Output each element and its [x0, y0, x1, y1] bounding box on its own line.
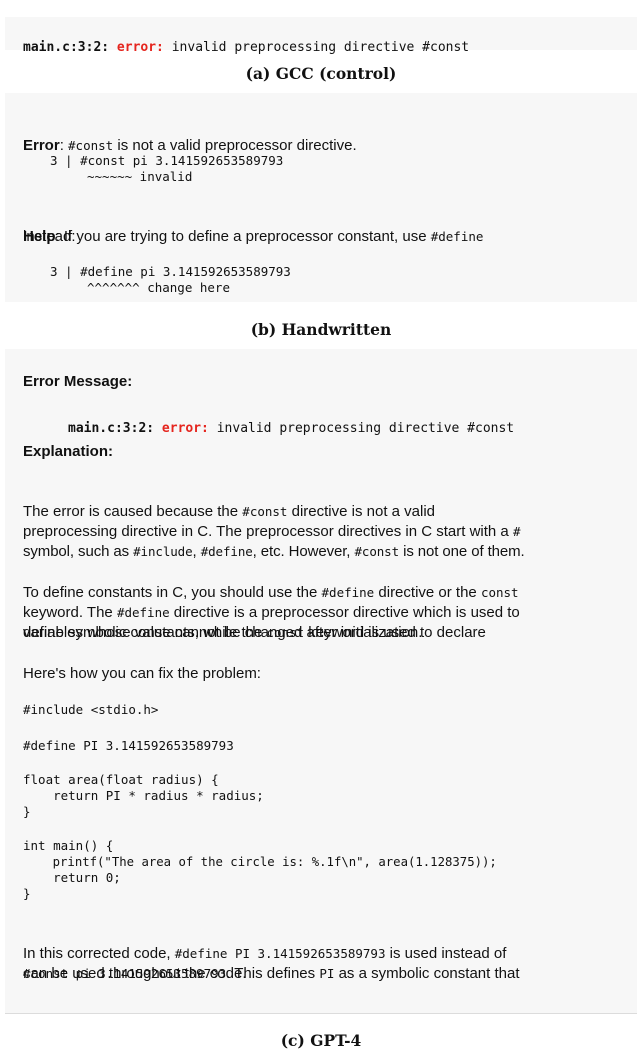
code-line: printf("The area of the circle is: %.1f\…: [23, 855, 497, 869]
gpt4-p4-line3: can be used throughout the code.: [23, 965, 247, 982]
gcc-error-message: invalid preprocessing directive #const: [171, 40, 470, 55]
hw-help-line: Help: If you are trying to define a prep…: [23, 207, 483, 247]
gpt4-error-location: main.c:3:2:: [68, 421, 155, 436]
hw-error-line: Error: #const is not a valid preprocesso…: [23, 116, 357, 156]
hw-help-line2: instead:: [23, 228, 76, 245]
code-line: #include <stdio.h>: [23, 702, 159, 717]
p1-text-c: symbol, such as: [23, 543, 130, 560]
gpt4-explanation-heading: Explanation:: [23, 443, 114, 460]
code-line: }: [23, 804, 31, 819]
p4-code-pi: PI: [319, 966, 335, 981]
gpt4-p2-line4: variables whose value cannot be changed …: [23, 624, 423, 641]
gpt4-error-message: invalid preprocessing directive #const: [216, 421, 515, 436]
caption-gcc: (a) GCC (control): [245, 64, 397, 83]
p1-code-define: #define: [200, 544, 253, 559]
panel-divider: [5, 1013, 637, 1014]
p1-code-const2: #const: [354, 544, 400, 559]
gcc-location: main.c:3:2:: [23, 40, 110, 55]
hw-snippet1-line: 3 | #const pi 3.141592653589793: [50, 153, 284, 168]
gpt4-error-keyword: error:: [161, 421, 209, 436]
hw-help-code: #define: [430, 229, 484, 244]
gpt4-error-heading: Error Message:: [23, 373, 133, 390]
caption-gpt4: (c) GPT-4: [280, 1031, 362, 1050]
p4-text-d: as a symbolic constant that: [338, 965, 520, 982]
hw-help-text: : If you are trying to define a preproce…: [55, 228, 427, 245]
p1-text-e: , etc. However,: [252, 543, 351, 560]
hw-error-sep: :: [59, 137, 64, 154]
hw-error-text: is not a valid preprocessor directive.: [117, 137, 357, 154]
gpt4-error-line: main.c:3:2: error: invalid preprocessing…: [68, 406, 514, 436]
code-line: return 0;: [23, 870, 121, 885]
code-line: return PI * radius * radius;: [23, 788, 264, 803]
hw-snippet1-marker: ~~~~~~ invalid: [87, 169, 193, 184]
code-line: int main() {: [23, 838, 114, 853]
code-line: #define PI 3.141592653589793: [23, 738, 234, 753]
p1-text-f: is not one of them.: [403, 543, 525, 560]
gcc-error-line: main.c:3:2: error: invalid preprocessing…: [23, 25, 469, 55]
hw-snippet2-marker: ^^^^^^^ change here: [87, 280, 230, 295]
caption-handwritten: (b) Handwritten: [250, 320, 392, 339]
hw-error-label: Error: [23, 137, 60, 154]
code-line: float area(float radius) {: [23, 772, 219, 787]
gpt4-p3: Here's how you can fix the problem:: [23, 665, 261, 682]
hw-snippet2-line: 3 | #define pi 3.141592653589793: [50, 264, 291, 279]
p1-text-d: ,: [192, 543, 197, 560]
gcc-error-keyword: error:: [116, 40, 164, 55]
p1-code-include: #include: [133, 544, 193, 559]
code-line: }: [23, 886, 31, 901]
hw-error-code: #const: [68, 138, 114, 153]
gpt4-p1-line3: symbol, such as #include, #define, etc. …: [23, 522, 525, 562]
